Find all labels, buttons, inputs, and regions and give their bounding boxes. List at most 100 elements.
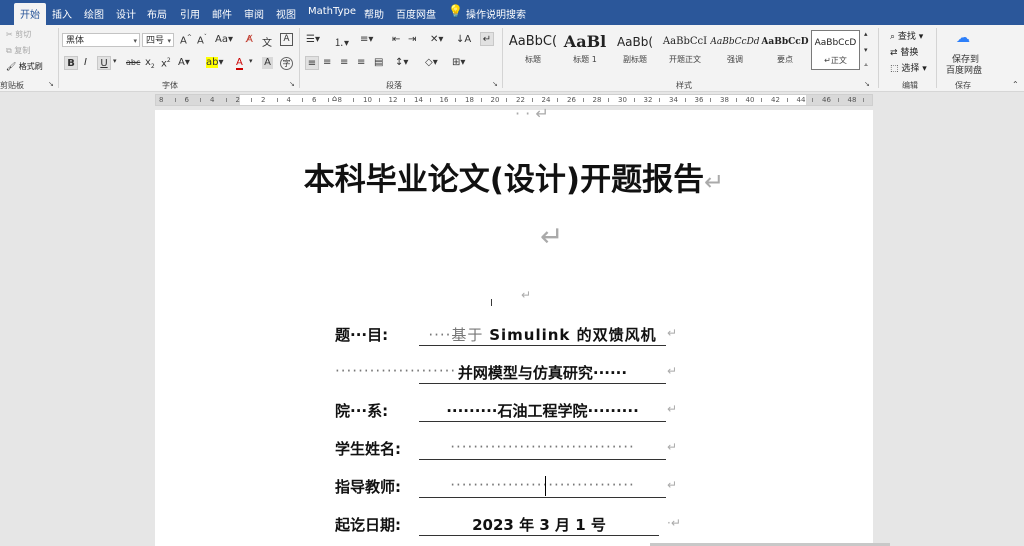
justify-icon[interactable]: ≡ (357, 57, 365, 68)
tab-home[interactable]: 开始 (14, 3, 46, 25)
select-button[interactable]: ⬚ 选择 ▾ (890, 61, 927, 74)
highlight-icon[interactable]: ab▾ (206, 57, 224, 68)
tab-references[interactable]: 引用 (180, 6, 200, 21)
style-strong[interactable]: AaBbCcD 要点 (760, 30, 810, 70)
sort-icon[interactable]: ↓A (456, 34, 471, 45)
tab-mailings[interactable]: 邮件 (212, 6, 232, 21)
paragraph-mark: ↵ (667, 440, 678, 454)
paragraph-mark: ↵ (540, 220, 564, 253)
field-value-topic-cont[interactable]: 并网模型与仿真研究······ (419, 362, 666, 384)
paragraph-mark: ↵ (667, 364, 678, 378)
editing-group-label: 编辑 (902, 81, 918, 90)
numbering-icon[interactable]: ⒈▾ (334, 34, 349, 49)
replace-icon: ⇄ (890, 48, 898, 58)
clipboard-launcher-icon[interactable]: ↘ (48, 80, 54, 88)
bold-button[interactable]: B (64, 56, 78, 70)
tab-insert[interactable]: 插入 (52, 6, 72, 21)
superscript-button[interactable]: x2 (161, 57, 171, 69)
field-value-dates[interactable]: 2023 年 3 月 1 号 (419, 514, 659, 536)
tab-design[interactable]: 设计 (116, 6, 136, 21)
distributed-icon[interactable]: ▤ (374, 57, 383, 68)
chinese-layout-icon[interactable]: ✕▾ (430, 34, 443, 45)
field-value-advisor[interactable]: ································ (419, 476, 666, 498)
multilevel-list-icon[interactable]: ≡▾ (360, 34, 373, 45)
document-page[interactable]: · · ↵ 本科毕业论文(设计)开题报告↵ ↵ ↵ I 题···目: ····基… (155, 104, 873, 546)
cut-button[interactable]: ✂ 剪切 (6, 29, 31, 40)
horizontal-ruler[interactable]: 8 6 4 2 2 4 6 8 10 12 14 16 18 20 22 24 26 28 30 32 34 36 38 40… (155, 94, 873, 106)
ruler-number: 20 (490, 96, 500, 104)
shading-icon[interactable]: ◇▾ (425, 57, 438, 68)
bullets-icon[interactable]: ☰▾ (306, 34, 320, 45)
font-color-icon[interactable]: A (236, 57, 243, 70)
ruler-tick (863, 98, 865, 102)
strikethrough-button[interactable]: abc (126, 58, 140, 67)
ruler-number: 16 (439, 96, 449, 104)
indent-marker-icon[interactable]: ⌂ (332, 94, 337, 104)
style-heading-1[interactable]: AaBl 标题 1 (560, 30, 610, 70)
style-title[interactable]: AaBbC( 标题 (508, 30, 558, 70)
change-case-icon[interactable]: Aa▾ (215, 34, 233, 45)
clear-formatting-icon[interactable]: A̸ (246, 34, 253, 45)
paragraph-launcher-icon[interactable]: ↘ (492, 80, 498, 88)
tab-draw[interactable]: 绘图 (84, 6, 104, 21)
tab-baidu-netdisk[interactable]: 百度网盘 (396, 6, 436, 21)
tab-layout[interactable]: 布局 (147, 6, 167, 21)
decrease-indent-icon[interactable]: ⇤ (392, 34, 400, 45)
tab-review[interactable]: 审阅 (244, 6, 264, 21)
borders-icon[interactable]: ⊞▾ (452, 57, 465, 68)
field-value-topic[interactable]: ····基于 Simulink 的双馈风机 (419, 324, 666, 346)
styles-scroll-down-icon[interactable]: ▾ (864, 46, 868, 54)
style-proposal-body[interactable]: AaBbCcI 开题正文 (660, 30, 710, 70)
ruler-tick (761, 98, 763, 102)
grow-font-icon[interactable]: A^ (180, 34, 192, 46)
tab-mathtype[interactable]: MathType (308, 6, 356, 17)
collapse-ribbon-icon[interactable]: ⌃ (1012, 80, 1019, 89)
font-size-combo[interactable]: 四号 ▾ (142, 33, 174, 47)
style-normal[interactable]: AaBbCcD ↵正文 (811, 30, 860, 70)
copy-button[interactable]: ⧉ 复制 (6, 45, 30, 56)
ruler-tick (225, 98, 227, 102)
increase-indent-icon[interactable]: ⇥ (408, 34, 416, 45)
show-marks-icon[interactable]: ↵ (480, 32, 494, 46)
style-emphasis[interactable]: AaBbCcDd 强调 (710, 30, 760, 70)
divider (58, 28, 59, 88)
field-value-student-name[interactable]: ································ (419, 438, 666, 460)
styles-more-icon[interactable]: ⩡ (864, 61, 868, 70)
chevron-down-icon[interactable]: ▾ (113, 57, 117, 65)
italic-button[interactable]: I (84, 57, 87, 68)
align-left-icon[interactable]: ≡ (305, 56, 319, 70)
field-label: 题···目: (335, 326, 389, 344)
field-value-department[interactable]: ·········石油工程学院········· (419, 400, 666, 422)
replace-button[interactable]: ⇄ 替换 (890, 45, 918, 58)
font-name-combo[interactable]: 黑体 ▾ (62, 33, 140, 47)
save-to-baidu-button-line2[interactable]: 百度网盘 (946, 63, 982, 76)
find-button[interactable]: ⌕ 查找 ▾ (890, 29, 923, 42)
styles-scroll-up-icon[interactable]: ▴ (864, 30, 868, 38)
char-border-icon[interactable]: A (280, 33, 293, 46)
text-effects-icon[interactable]: A▾ (178, 57, 190, 68)
align-right-icon[interactable]: ≡ (340, 57, 348, 68)
shrink-font-icon[interactable]: Aˇ (197, 34, 207, 46)
styles-launcher-icon[interactable]: ↘ (864, 80, 870, 88)
phonetic-guide-icon[interactable]: 文 (262, 34, 272, 49)
chevron-down-icon: ▾ (133, 37, 137, 45)
char-shading-icon[interactable]: A (262, 57, 273, 69)
ruler-number: 32 (643, 96, 653, 104)
ruler-number: 28 (592, 96, 602, 104)
underline-button[interactable]: U (97, 56, 111, 70)
format-painter-button[interactable]: 🖌 格式刷 (6, 61, 43, 72)
chevron-down-icon[interactable]: ▾ (249, 57, 253, 65)
style-subtitle[interactable]: AaBb( 副标题 (610, 30, 660, 70)
line-spacing-icon[interactable]: ↕▾ (395, 57, 408, 68)
copy-icon: ⧉ (6, 46, 12, 55)
font-launcher-icon[interactable]: ↘ (289, 80, 295, 88)
tell-me-search[interactable]: 操作说明搜索 (466, 6, 526, 21)
ruler-tick (684, 98, 686, 102)
document-title[interactable]: 本科毕业论文(设计)开题报告↵ (155, 154, 873, 199)
align-center-icon[interactable]: ≡ (323, 57, 331, 68)
tab-view[interactable]: 视图 (276, 6, 296, 21)
subscript-button[interactable]: x2 (145, 57, 155, 70)
ruler-number: 18 (465, 96, 474, 104)
tab-help[interactable]: 帮助 (364, 6, 384, 21)
enclose-char-icon[interactable]: 字 (280, 57, 293, 70)
